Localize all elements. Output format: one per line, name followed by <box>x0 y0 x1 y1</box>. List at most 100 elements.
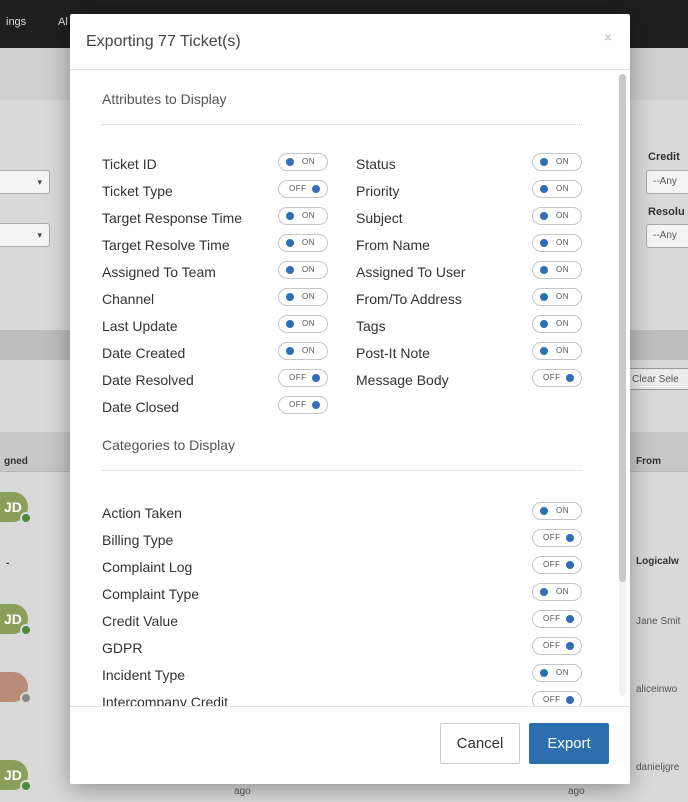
toggle-knob <box>540 320 548 328</box>
toggle-state-label: ON <box>556 346 569 355</box>
close-icon[interactable]: × <box>604 29 612 45</box>
option-row-assigned-to-user: Assigned To User ON <box>356 259 582 286</box>
filter-select-credit[interactable]: --Any <box>646 170 688 194</box>
toggle-state-label: OFF <box>289 400 307 409</box>
toggle-assigned-to-team[interactable]: ON <box>278 261 328 279</box>
toggle-knob <box>540 158 548 166</box>
option-row-complaint-type: Complaint Type ON <box>102 581 582 608</box>
option-row-ticket-id: Ticket ID ON <box>102 151 328 178</box>
time-ago-label: ago <box>234 786 251 797</box>
modal-title: Exporting 77 Ticket(s) <box>86 33 241 50</box>
option-label: Incident Type <box>102 667 186 683</box>
toggle-state-label: ON <box>302 157 315 166</box>
option-label: Date Created <box>102 345 186 361</box>
avatar <box>0 672 32 704</box>
nav-item-all[interactable]: Al <box>58 16 68 28</box>
toggle-knob <box>312 374 320 382</box>
toggle-knob <box>540 669 548 677</box>
toggle-status[interactable]: ON <box>532 153 582 171</box>
option-row-target-resolve-time: Target Resolve Time ON <box>102 232 328 259</box>
toggle-priority[interactable]: ON <box>532 180 582 198</box>
toggle-billing-type[interactable]: OFF <box>532 529 582 547</box>
toggle-ticket-type[interactable]: OFF <box>278 180 328 198</box>
toggle-target-response-time[interactable]: ON <box>278 207 328 225</box>
avatar: JD <box>0 760 32 792</box>
table-cell-from: danieljgre <box>636 762 680 773</box>
toggle-knob <box>566 374 574 382</box>
toggle-state-label: OFF <box>543 695 561 704</box>
toggle-channel[interactable]: ON <box>278 288 328 306</box>
toggle-knob <box>540 507 548 515</box>
toggle-action-taken[interactable]: ON <box>532 502 582 520</box>
toggle-ticket-id[interactable]: ON <box>278 153 328 171</box>
toggle-state-label: ON <box>556 238 569 247</box>
toggle-last-update[interactable]: ON <box>278 315 328 333</box>
toggle-knob <box>566 561 574 569</box>
export-button[interactable]: Export <box>529 723 609 764</box>
modal-scrollbar[interactable] <box>619 74 626 696</box>
table-cell-from: Logicalw <box>636 556 679 567</box>
option-label: Priority <box>356 183 400 199</box>
modal-body[interactable]: Attributes to Display Ticket ID ON Ticket … <box>70 70 630 706</box>
toggle-intercompany-credit[interactable]: OFF <box>532 691 582 706</box>
option-row-assigned-to-team: Assigned To Team ON <box>102 259 328 286</box>
option-label: Action Taken <box>102 505 182 521</box>
attributes-section-title: Attributes to Display <box>102 91 227 107</box>
table-cell-from: Jane Smit <box>636 616 681 627</box>
scrollbar-thumb[interactable] <box>619 74 626 582</box>
filter-select-resolution[interactable]: --Any <box>646 224 688 248</box>
option-row-action-taken: Action Taken ON <box>102 500 582 527</box>
option-row-gdpr: GDPR OFF <box>102 635 582 662</box>
toggle-from-to-address[interactable]: ON <box>532 288 582 306</box>
toggle-state-label: ON <box>302 238 315 247</box>
option-row-credit-value: Credit Value OFF <box>102 608 582 635</box>
toggle-complaint-log[interactable]: OFF <box>532 556 582 574</box>
modal-header: Exporting 77 Ticket(s) × <box>70 14 630 70</box>
toggle-assigned-to-user[interactable]: ON <box>532 261 582 279</box>
column-from[interactable]: From <box>636 456 661 467</box>
toggle-date-closed[interactable]: OFF <box>278 396 328 414</box>
toggle-state-label: ON <box>302 346 315 355</box>
toggle-subject[interactable]: ON <box>532 207 582 225</box>
toggle-knob <box>540 293 548 301</box>
toggle-incident-type[interactable]: ON <box>532 664 582 682</box>
filter-select-1[interactable]: ▾ <box>0 170 50 194</box>
nav-item-settings[interactable]: ings <box>6 16 26 28</box>
toggle-tags[interactable]: ON <box>532 315 582 333</box>
categories-section-title: Categories to Display <box>102 437 236 453</box>
section-divider <box>102 124 582 125</box>
check-badge-icon <box>20 780 32 792</box>
toggle-knob <box>566 642 574 650</box>
option-label: Complaint Type <box>102 586 200 602</box>
toggle-state-label: OFF <box>543 614 561 623</box>
toggle-state-label: ON <box>556 587 569 596</box>
option-row-message-body: Message Body OFF <box>356 367 582 394</box>
toggle-date-resolved[interactable]: OFF <box>278 369 328 387</box>
filter-label-credit: Credit <box>648 151 680 163</box>
option-row-ticket-type: Ticket Type OFF <box>102 178 328 205</box>
toggle-gdpr[interactable]: OFF <box>532 637 582 655</box>
toggle-from-name[interactable]: ON <box>532 234 582 252</box>
option-row-date-created: Date Created ON <box>102 340 328 367</box>
option-label: Target Resolve Time <box>102 237 230 253</box>
toggle-knob <box>286 239 294 247</box>
clear-selection-button[interactable]: Clear Sele <box>626 368 688 390</box>
cancel-button[interactable]: Cancel <box>440 723 520 764</box>
option-label: Ticket ID <box>102 156 157 172</box>
toggle-state-label: ON <box>302 265 315 274</box>
toggle-date-created[interactable]: ON <box>278 342 328 360</box>
filter-select-2[interactable]: ▾ <box>0 223 50 247</box>
toggle-post-it-note[interactable]: ON <box>532 342 582 360</box>
column-assigned[interactable]: gned <box>4 456 28 467</box>
toggle-knob <box>286 320 294 328</box>
toggle-state-label: ON <box>556 265 569 274</box>
option-label: Target Response Time <box>102 210 243 226</box>
time-ago-label: ago <box>568 786 585 797</box>
toggle-complaint-type[interactable]: ON <box>532 583 582 601</box>
toggle-message-body[interactable]: OFF <box>532 369 582 387</box>
toggle-knob <box>286 158 294 166</box>
toggle-target-resolve-time[interactable]: ON <box>278 234 328 252</box>
toggle-credit-value[interactable]: OFF <box>532 610 582 628</box>
toggle-state-label: ON <box>556 506 569 515</box>
chevron-down-icon: ▾ <box>37 177 42 187</box>
